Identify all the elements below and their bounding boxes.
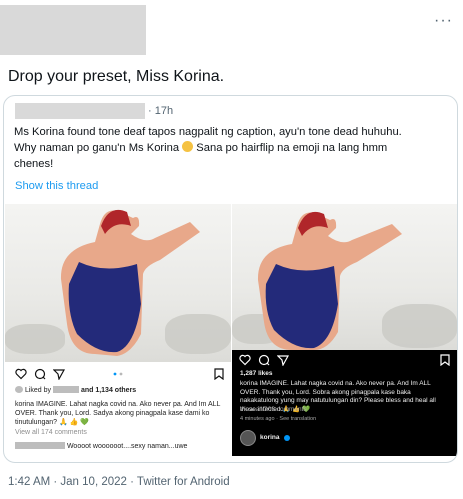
quoted-text-line-1: Ms Korina found tone deaf tapos nagpalit… (14, 126, 402, 138)
korina-avatar[interactable] (240, 430, 256, 446)
liked-by-suffix: and 1,134 others (80, 387, 137, 394)
verified-badge-icon (284, 435, 290, 441)
quoted-tweet-time[interactable]: · 17h (148, 105, 173, 117)
bookmark-icon[interactable] (439, 354, 451, 366)
ig-right-action-row (239, 354, 289, 366)
quoted-text-line-3: chenes! (14, 158, 54, 170)
instagram-screenshot-left[interactable]: Liked by and 1,134 others korina IMAGINE… (5, 204, 231, 456)
quoted-tweet-card[interactable]: · 17h Ms Korina found tone deaf tapos na… (3, 95, 458, 463)
instagram-screenshot-right[interactable]: 1,287 likes korina IMAGINE. Lahat nagka … (232, 204, 457, 456)
ig-left-view-comments[interactable]: View all 174 comments (15, 428, 87, 437)
comment-icon[interactable] (34, 368, 46, 380)
ig-left-liked-by: Liked by and 1,134 others (15, 386, 136, 395)
share-icon[interactable] (53, 368, 65, 380)
ig-right-time: 4 minutes ago · See translation (240, 416, 317, 422)
bookmark-icon[interactable] (213, 368, 225, 380)
ig-left-comment: Woooot woooooot....sexy naman...uwe (15, 442, 225, 451)
ig-right-view-comments[interactable]: View all 203 comments (240, 406, 307, 415)
ig-left-action-row (15, 368, 65, 380)
comment-icon[interactable] (258, 354, 270, 366)
show-thread-link[interactable]: Show this thread (15, 180, 98, 192)
ig-right-username[interactable]: korina (260, 434, 280, 443)
relieved-face-emoji-icon (182, 141, 194, 152)
author-avatar-redacted[interactable] (0, 5, 146, 55)
share-icon[interactable] (277, 354, 289, 366)
tweet-timestamp[interactable]: 1:42 AM · Jan 10, 2022 · Twitter for And… (8, 476, 230, 488)
ig-left-comment-text: Woooot woooooot....sexy naman...uwe (66, 443, 188, 450)
swimsuit-photo-right (232, 204, 457, 350)
heart-icon[interactable] (239, 354, 251, 366)
quoted-author-redacted[interactable] (15, 103, 145, 119)
ig-left-caption: korina IMAGINE. Lahat nagka covid na. Ak… (15, 401, 221, 426)
quoted-text-line-2: Why naman po ganu'n Ms Korina Sana po ha… (14, 140, 450, 156)
heart-icon[interactable] (15, 368, 27, 380)
ig-right-likes: 1,287 likes (240, 370, 273, 377)
more-options-icon[interactable]: ··· (434, 12, 453, 30)
quoted-tweet-text: Ms Korina found tone deaf tapos nagpalit… (14, 124, 450, 172)
woman-figure-right (257, 211, 402, 350)
tweet-text: Drop your preset, Miss Korina. (8, 68, 225, 85)
carousel-dots (113, 372, 123, 376)
quoted-text-line-2a: Why naman po ganu'n Ms Korina (14, 142, 180, 154)
liked-by-prefix: Liked by (24, 387, 52, 394)
woman-figure-left (60, 209, 200, 356)
quoted-text-line-2b: Sana po hairflip na emoji na lang hmm (196, 142, 388, 154)
swimsuit-photo-left (5, 204, 231, 362)
